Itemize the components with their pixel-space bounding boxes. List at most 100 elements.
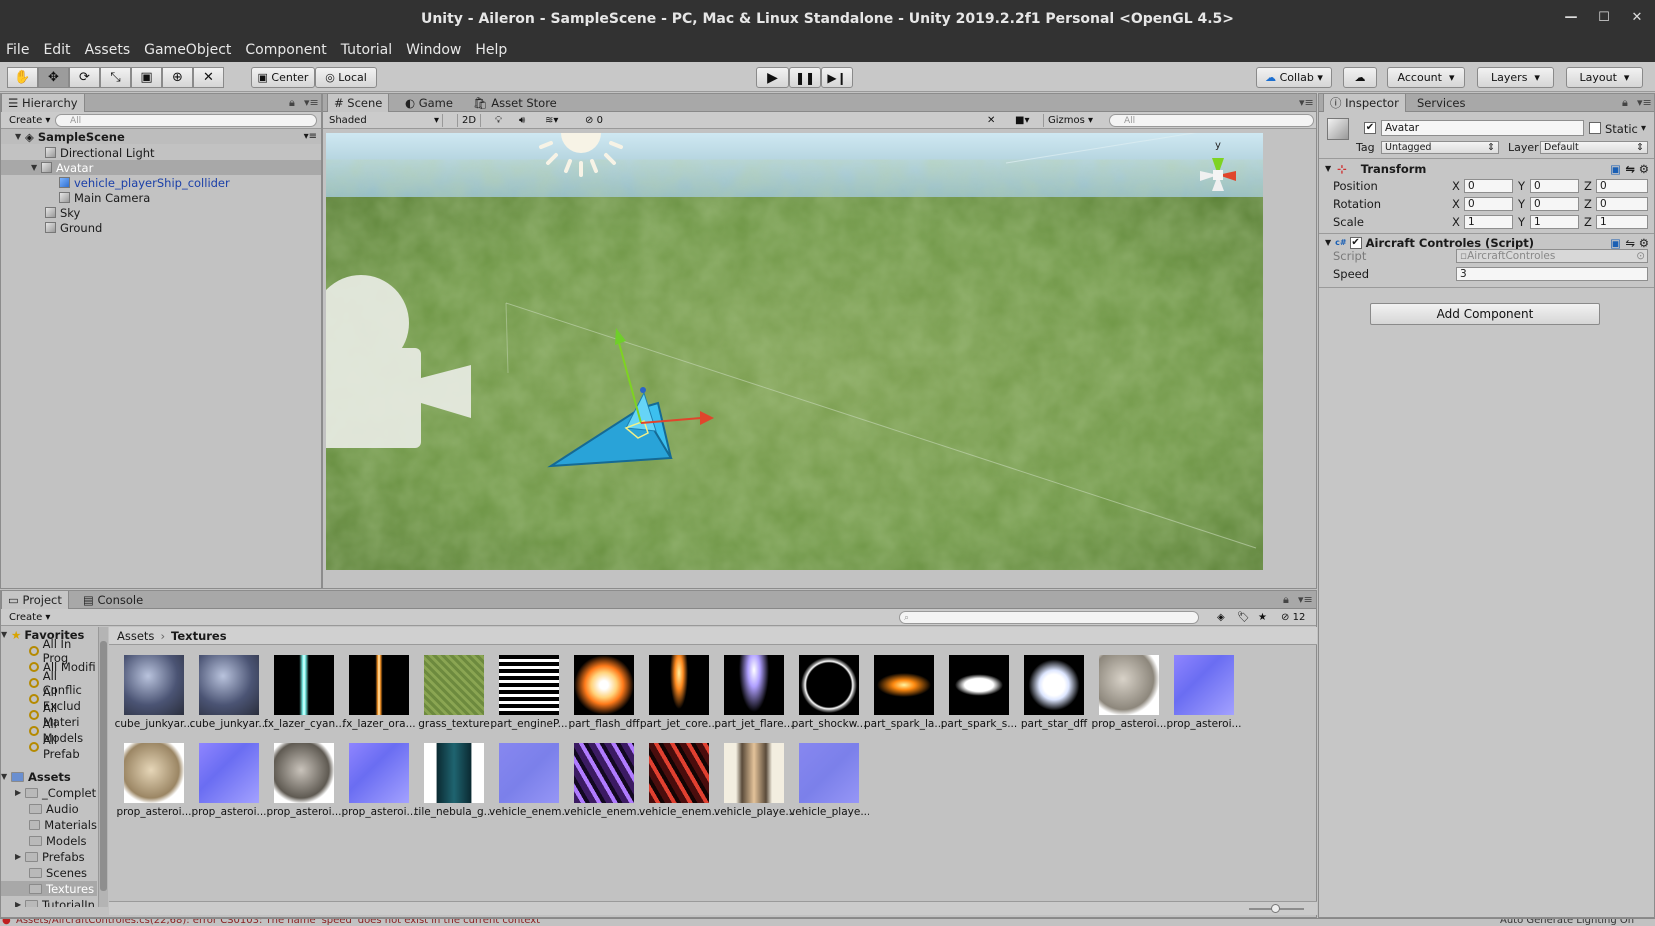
auto-lighting-status[interactable]: Auto Generate Lighting On bbox=[1500, 919, 1634, 926]
scene-search-input[interactable]: All bbox=[1109, 114, 1314, 127]
scale-x-field[interactable]: 1 bbox=[1464, 215, 1513, 229]
expand-arrow-icon[interactable]: ▼ bbox=[31, 163, 41, 172]
texture-label[interactable]: cube_junkyar... bbox=[114, 718, 194, 730]
texture-thumbnail[interactable] bbox=[724, 743, 784, 803]
tag-dropdown[interactable]: Untagged ⇕ bbox=[1381, 141, 1499, 154]
menu-file[interactable]: File bbox=[0, 42, 37, 58]
help-icon[interactable]: ▣ bbox=[1610, 162, 1621, 176]
tab-game[interactable]: ◐ Game bbox=[399, 94, 459, 112]
pivot-local-button[interactable]: ◎ Local bbox=[315, 67, 377, 88]
hidden-packages-toggle[interactable]: ⊘ 12 bbox=[1277, 611, 1309, 624]
rotate-tool-icon[interactable]: ⟳ bbox=[69, 67, 100, 88]
texture-label[interactable]: prop_asteroi... bbox=[189, 806, 269, 818]
rotation-z-field[interactable]: 0 bbox=[1596, 197, 1648, 211]
component-enabled-checkbox[interactable]: ✔ bbox=[1349, 236, 1362, 249]
scene-tools-icon[interactable]: ✕ bbox=[983, 114, 999, 127]
texture-thumbnail[interactable] bbox=[199, 655, 259, 715]
position-y-field[interactable]: 0 bbox=[1530, 179, 1579, 193]
close-icon[interactable]: ✕ bbox=[1627, 10, 1647, 25]
folder-item-selected[interactable]: Textures bbox=[1, 881, 97, 896]
scene-viewport[interactable]: y bbox=[326, 133, 1263, 570]
folder-item[interactable]: Audio bbox=[1, 801, 97, 816]
maximize-icon[interactable]: ☐ bbox=[1594, 10, 1614, 25]
texture-label[interactable]: part_jet_flare... bbox=[714, 718, 794, 730]
minimize-icon[interactable]: — bbox=[1561, 10, 1581, 25]
hierarchy-create-button[interactable]: Create ▾ bbox=[5, 114, 54, 127]
expand-arrow-icon[interactable]: ▼ bbox=[15, 132, 25, 141]
texture-label[interactable]: vehicle_enem... bbox=[564, 806, 644, 818]
texture-label[interactable]: vehicle_enem... bbox=[489, 806, 569, 818]
scale-tool-icon[interactable]: ⤡ bbox=[100, 67, 131, 88]
audio-toggle-icon[interactable]: 🔊︎ bbox=[515, 114, 529, 127]
scene-root-row[interactable]: ▼ ◈ SampleScene ▾≡ bbox=[1, 129, 321, 144]
hierarchy-item-sky[interactable]: Sky bbox=[1, 205, 321, 220]
object-name-input[interactable]: Avatar bbox=[1381, 120, 1584, 136]
hierarchy-item-ground[interactable]: Ground bbox=[1, 220, 321, 235]
texture-thumbnail[interactable] bbox=[724, 655, 784, 715]
rect-tool-icon[interactable]: ▣ bbox=[131, 67, 162, 88]
hierarchy-search-input[interactable]: All bbox=[55, 114, 317, 127]
status-error-text[interactable]: Assets/AircraftControles.cs(22,68): erro… bbox=[16, 919, 540, 926]
assets-header[interactable]: ▼ Assets bbox=[1, 769, 97, 784]
tab-inspector[interactable]: ⓘ Inspector bbox=[1323, 94, 1406, 112]
panel-menu-icon[interactable]: ▾≡ bbox=[1637, 96, 1652, 109]
texture-thumbnail[interactable] bbox=[649, 655, 709, 715]
texture-thumbnail[interactable] bbox=[649, 743, 709, 803]
lock-icon[interactable]: 🔒︎ bbox=[1283, 593, 1289, 607]
play-icon[interactable]: ▶ bbox=[756, 67, 789, 88]
texture-thumbnail[interactable] bbox=[574, 655, 634, 715]
hierarchy-item-collider[interactable]: vehicle_playerShip_collider bbox=[1, 175, 321, 190]
move-tool-icon[interactable]: ✥ bbox=[38, 67, 69, 88]
rotation-x-field[interactable]: 0 bbox=[1464, 197, 1513, 211]
active-checkbox[interactable]: ✔ bbox=[1364, 122, 1376, 134]
layout-dropdown[interactable]: Layout ▾ bbox=[1566, 67, 1643, 88]
folder-item[interactable]: Materials bbox=[1, 817, 97, 832]
position-z-field[interactable]: 0 bbox=[1596, 179, 1648, 193]
texture-label[interactable]: part_flash_dff bbox=[564, 718, 644, 730]
lock-icon[interactable]: 🔒︎ bbox=[1622, 96, 1628, 110]
texture-thumbnail[interactable] bbox=[1174, 655, 1234, 715]
texture-thumbnail[interactable] bbox=[574, 743, 634, 803]
add-component-button[interactable]: Add Component bbox=[1370, 303, 1600, 325]
step-icon[interactable]: ▶❙ bbox=[821, 67, 853, 88]
texture-label[interactable]: vehicle_playe... bbox=[714, 806, 794, 818]
tab-asset-store[interactable]: 🛍︎ Asset Store bbox=[467, 94, 563, 112]
tab-services[interactable]: Services bbox=[1411, 94, 1472, 112]
menu-component[interactable]: Component bbox=[239, 42, 334, 58]
gear-icon[interactable]: ⚙ bbox=[1639, 236, 1649, 250]
gizmos-dropdown[interactable]: Gizmos ▾ bbox=[1043, 114, 1097, 127]
expand-arrow-icon[interactable]: ▶ bbox=[15, 788, 25, 797]
texture-thumbnail[interactable] bbox=[1099, 655, 1159, 715]
expand-arrow-icon[interactable]: ▼ bbox=[1, 772, 11, 781]
search-by-label-icon[interactable]: 🏷︎ bbox=[1233, 611, 1254, 624]
expand-arrow-icon[interactable]: ▶ bbox=[15, 900, 25, 907]
scale-z-field[interactable]: 1 bbox=[1596, 215, 1648, 229]
texture-label[interactable]: prop_asteroi... bbox=[114, 806, 194, 818]
menu-tutorial[interactable]: Tutorial bbox=[335, 42, 400, 58]
hidden-objects-toggle[interactable]: ⊘ 0 bbox=[581, 114, 607, 127]
texture-thumbnail[interactable] bbox=[424, 743, 484, 803]
texture-label[interactable]: fx_lazer_cyan... bbox=[264, 718, 344, 730]
tab-console[interactable]: ▤ Console bbox=[77, 591, 149, 609]
texture-label[interactable]: part_star_dff bbox=[1014, 718, 1094, 730]
texture-label[interactable]: part_spark_la... bbox=[864, 718, 944, 730]
folder-item[interactable]: ▶ _Complet bbox=[1, 785, 97, 800]
position-x-field[interactable]: 0 bbox=[1464, 179, 1513, 193]
texture-thumbnail[interactable] bbox=[949, 655, 1009, 715]
hand-tool-icon[interactable]: ✋ bbox=[7, 67, 38, 88]
panel-menu-icon[interactable]: ▾≡ bbox=[304, 96, 319, 109]
speed-field[interactable]: 3 bbox=[1456, 267, 1648, 281]
zoom-slider-thumb[interactable] bbox=[1271, 904, 1280, 913]
cloud-icon[interactable]: ☁ bbox=[1343, 67, 1377, 88]
scale-y-field[interactable]: 1 bbox=[1530, 215, 1579, 229]
layers-dropdown[interactable]: Layers ▾ bbox=[1477, 67, 1554, 88]
pivot-center-button[interactable]: ▣ Center bbox=[251, 67, 315, 88]
menu-gameobject[interactable]: GameObject bbox=[138, 42, 239, 58]
texture-label[interactable]: prop_asteroi... bbox=[339, 806, 419, 818]
favorite-item[interactable]: All In Prog bbox=[1, 637, 97, 665]
folder-item[interactable]: ▶ TutorialIn bbox=[1, 897, 97, 907]
pause-icon[interactable]: ❚❚ bbox=[789, 67, 821, 88]
rotation-y-field[interactable]: 0 bbox=[1530, 197, 1579, 211]
collab-button[interactable]: ☁ Collab ▾ bbox=[1256, 67, 1332, 88]
texture-label[interactable]: cube_junkyar... bbox=[189, 718, 269, 730]
